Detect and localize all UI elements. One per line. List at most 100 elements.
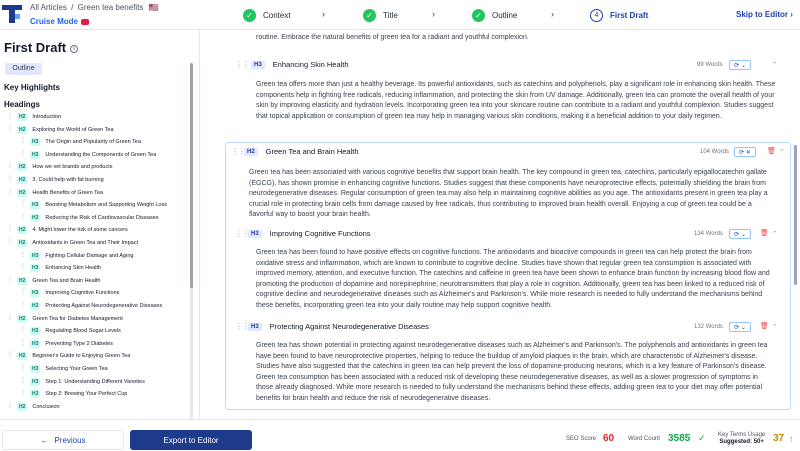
section-paragraph[interactable]: Green tea has shown potential in protect… (256, 341, 776, 405)
sidebar-title-text: First Draft (4, 40, 67, 55)
sidebar-scroll-thumb[interactable] (190, 63, 193, 288)
regenerate-button[interactable]: ⟳ ✕ (734, 147, 756, 157)
drag-handle-icon[interactable]: ⋮ (20, 339, 26, 346)
export-to-editor-button[interactable]: Export to Editor (130, 430, 252, 450)
sidebar-heading-item[interactable]: H3 Protecting Against Neurodegenerative D… (30, 300, 162, 312)
drag-handle-icon[interactable]: ⋮ (20, 251, 26, 258)
step-context[interactable]: ✓ Context (243, 7, 291, 23)
drag-handle-icon[interactable]: ⋮ (7, 175, 13, 182)
sidebar-heading-label: Exploring the World of Green Tea (32, 126, 114, 133)
sidebar-heading-item[interactable]: H2 Beginner's Guide to Enjoying Green Tea (17, 350, 130, 362)
sidebar-heading-item[interactable]: H2 Introduction (17, 111, 61, 123)
sidebar-heading-label: The Origin and Popularity of Green Tea (45, 139, 141, 146)
paragraph[interactable]: routine. Embrace the natural benefits of… (256, 34, 529, 41)
arrow-left-icon: ← (40, 435, 49, 445)
trash-icon[interactable]: 🗑 (767, 147, 776, 155)
sidebar-heading-item[interactable]: H3 Improving Cognitive Functions (30, 287, 119, 299)
drag-handle-icon[interactable]: ⋮ (7, 238, 13, 245)
word-count: 104 Words (700, 149, 729, 155)
section-header[interactable]: H3 Protecting Against Neurodegenerative … (248, 322, 429, 331)
drag-handle-icon[interactable]: ⋮ (20, 389, 26, 396)
section-title[interactable]: Improving Cognitive Functions (270, 229, 371, 238)
trash-icon[interactable]: 🗑 (760, 322, 769, 330)
breadcrumb-root[interactable]: All Articles (30, 3, 67, 12)
sidebar-heading-item[interactable]: H3 The Origin and Popularity of Green Tea (30, 136, 141, 148)
info-icon[interactable]: i (70, 44, 79, 53)
sidebar-heading-item[interactable]: H3 Fighting Cellular Damage and Aging (30, 250, 133, 262)
drag-handle-icon[interactable]: ⋮ (7, 402, 13, 409)
section-title[interactable]: Green Tea and Brain Health (266, 147, 359, 156)
section-paragraph[interactable]: Green tea offers more than just a health… (256, 80, 776, 122)
drag-handle-icon[interactable]: ⋮ (7, 276, 13, 283)
drag-handle-icon[interactable]: ⋮ (20, 150, 26, 157)
sidebar-heading-item[interactable]: H2 How we vet brands and products (17, 161, 113, 173)
sidebar-heading-item[interactable]: H3 Preventing Type 2 Diabetes (30, 338, 113, 350)
drag-handle-icon[interactable]: ⋮ (20, 364, 26, 371)
sidebar-heading-item[interactable]: H3 Step 2: Brewing Your Perfect Cup (30, 388, 127, 400)
seo-score-label: SEO Score (566, 436, 597, 442)
drag-handle-icon[interactable]: ⋮ (20, 377, 26, 384)
previous-button[interactable]: ← Previous (2, 430, 124, 450)
step-title[interactable]: ✓ Title (363, 7, 398, 23)
trash-icon[interactable]: 🗑 (760, 229, 769, 237)
content-scrollbar[interactable] (794, 145, 797, 285)
cruise-mode-link[interactable]: Cruise Mode (30, 17, 90, 26)
section-title[interactable]: Protecting Against Neurodegenerative Dis… (270, 322, 429, 331)
drag-handle-icon[interactable]: ⋮ (7, 125, 13, 132)
sidebar-heading-item[interactable]: H2 Antioxidants in Green Tea and Their Im… (17, 237, 138, 249)
drag-handle-icon[interactable]: ⋮ (20, 200, 26, 207)
sidebar-heading-item[interactable]: H2 Health Benefits of Green Tea (17, 187, 103, 199)
sidebar-heading-item[interactable]: H2 Green Tea and Brain Health (17, 275, 101, 287)
sidebar-heading-item[interactable]: H3 Regulating Blood Sugar Levels (30, 325, 121, 337)
drag-handle-icon[interactable]: ⋮ (20, 213, 26, 220)
drag-handle-icon[interactable]: ⋮ (7, 351, 13, 358)
regenerate-button[interactable]: ⟳ ⌄ (729, 60, 751, 70)
drag-handle-icon[interactable]: ⋮ (20, 288, 26, 295)
skip-to-editor-link[interactable]: Skip to Editor › (736, 10, 793, 19)
step-label: Context (263, 10, 291, 20)
drag-handle-icon[interactable]: ⋮⋮ (231, 147, 246, 156)
section-header[interactable]: H3 Enhancing Skin Health (251, 60, 349, 69)
step-first-draft[interactable]: 4 First Draft (590, 7, 648, 23)
drag-handle-icon[interactable]: ⋮⋮ (235, 60, 250, 69)
drag-handle-icon[interactable]: ⋮ (7, 225, 13, 232)
regenerate-button[interactable]: ⟳ ⌄ (729, 322, 751, 332)
tab-outline[interactable]: Outline (5, 63, 42, 75)
sidebar-heading-item[interactable]: H2 3. Could help with fat burning (17, 174, 104, 186)
sidebar-heading-item[interactable]: H3 Boosting Metabolism and Supporting Wei… (30, 199, 167, 211)
drag-handle-icon[interactable]: ⋮ (7, 112, 13, 119)
step-outline[interactable]: ✓ Outline (472, 7, 517, 23)
collapse-icon[interactable]: ⌃ (772, 230, 778, 238)
sidebar-heading-item[interactable]: H2 Exploring the World of Green Tea (17, 124, 114, 136)
sidebar-heading-item[interactable]: H2 Conclusion (17, 401, 60, 413)
section-title[interactable]: Enhancing Skin Health (273, 60, 349, 69)
sidebar-heading-item[interactable]: H2 Green Tea for Diabetes Management (17, 313, 123, 325)
section-paragraph[interactable]: Green tea has been found to have positiv… (256, 248, 776, 312)
regenerate-button[interactable]: ⟳ ⌄ (729, 229, 751, 239)
drag-handle-icon[interactable]: ⋮⋮ (235, 229, 250, 238)
collapse-icon[interactable]: ⌃ (772, 61, 778, 69)
sidebar-heading-item[interactable]: H3 Selecting Your Green Tea (30, 363, 108, 375)
section-paragraph[interactable]: Green tea has been associated with vario… (249, 168, 777, 221)
key-highlights-link[interactable]: Key Highlights (4, 83, 60, 92)
drag-handle-icon[interactable]: ⋮ (20, 137, 26, 144)
drag-handle-icon[interactable]: ⋮ (20, 263, 26, 270)
sidebar-heading-item[interactable]: H3 Reducing the Risk of Cardiovascular Di… (30, 212, 159, 224)
drag-handle-icon[interactable]: ⋮⋮ (235, 322, 250, 331)
sidebar-scrollbar[interactable] (190, 63, 193, 419)
sidebar-heading-item[interactable]: H3 Understanding the Components of Green … (30, 149, 156, 161)
drag-handle-icon[interactable]: ⋮ (20, 326, 26, 333)
collapse-icon[interactable]: ⌃ (772, 323, 778, 331)
drag-handle-icon[interactable]: ⋮ (20, 301, 26, 308)
sidebar-heading-item[interactable]: H3 Enhancing Skin Health (30, 262, 101, 274)
regenerate-icon: ⟳ ⌄ (734, 324, 746, 331)
drag-handle-icon[interactable]: ⋮ (7, 162, 13, 169)
drag-handle-icon[interactable]: ⋮ (7, 188, 13, 195)
drag-handle-icon[interactable]: ⋮ (7, 314, 13, 321)
sidebar-heading-item[interactable]: H2 4. Might lower the risk of some cancer… (17, 224, 128, 236)
logo-icon[interactable] (2, 5, 22, 23)
section-header[interactable]: H2 Green Tea and Brain Health (244, 147, 359, 156)
collapse-icon[interactable]: ⌃ (779, 148, 785, 156)
section-header[interactable]: H3 Improving Cognitive Functions (248, 229, 371, 238)
sidebar-heading-item[interactable]: H3 Step 1: Understanding Different Variet… (30, 376, 145, 388)
